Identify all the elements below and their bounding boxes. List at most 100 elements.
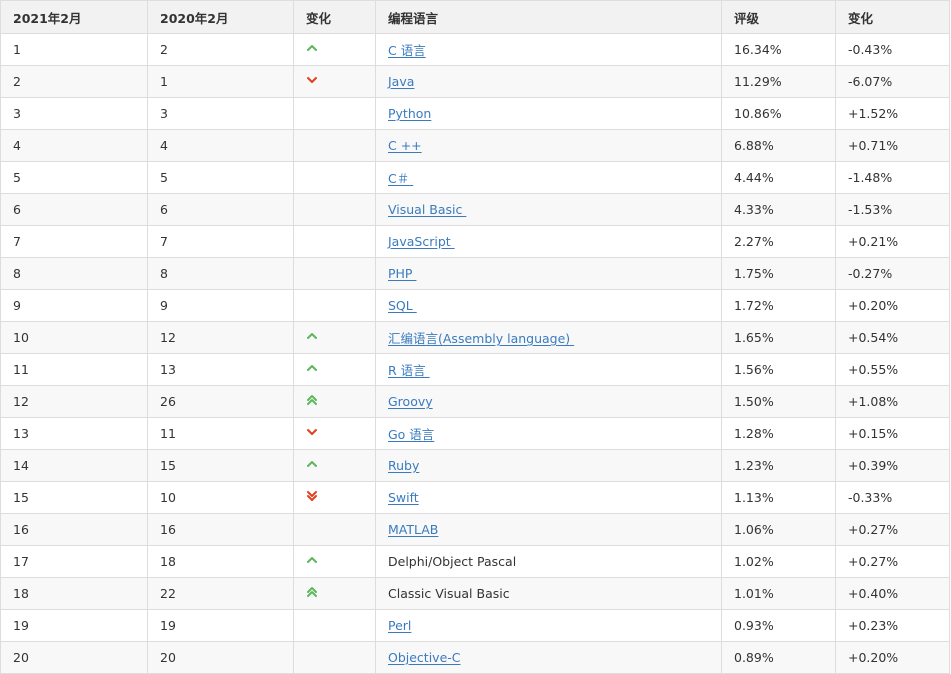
chevron-up-icon: [306, 42, 318, 54]
language-cell: SQL: [375, 289, 722, 322]
chevron-up-icon: [306, 362, 318, 374]
column-header-language[interactable]: 编程语言: [375, 0, 722, 34]
rating-cell: 4.44%: [721, 161, 836, 194]
table-body: 12 C 语言 16.34% -0.43% 2 1 Java 11.29% -6.07% 3 3 Py…: [0, 33, 950, 674]
language-cell: Java: [375, 65, 722, 98]
rank-2021-cell: 12: [0, 385, 148, 418]
language-cell: Objective-C: [375, 641, 722, 674]
rating-cell: 6.88%: [721, 129, 836, 162]
rank-2020-cell: 10: [147, 481, 294, 514]
trend-cell: [293, 321, 376, 354]
language-cell: 汇编语言(Assembly language): [375, 321, 722, 354]
column-header-rank-2020[interactable]: 2020年2月: [147, 0, 294, 34]
rating-cell: 16.34%: [721, 33, 836, 66]
table-row: 5 5 C＃ 4.44% -1.48%: [0, 161, 950, 194]
chevron-down-icon: [306, 74, 318, 86]
change-percent-cell: +0.21%: [835, 225, 950, 258]
rank-2020-cell: 12: [147, 321, 294, 354]
double-chevron-up-icon: [306, 586, 318, 598]
language-link[interactable]: SQL: [388, 298, 417, 313]
language-link[interactable]: Java: [388, 74, 414, 89]
change-percent-cell: +1.52%: [835, 97, 950, 130]
change-percent-cell: -1.53%: [835, 193, 950, 226]
language-link[interactable]: C ++: [388, 138, 422, 153]
language-cell: C ++: [375, 129, 722, 162]
chevron-down-icon: [306, 426, 318, 438]
rating-cell: 1.75%: [721, 257, 836, 290]
change-percent-cell: -0.33%: [835, 481, 950, 514]
language-link[interactable]: R 语言: [388, 363, 430, 378]
language-link[interactable]: PHP: [388, 266, 416, 281]
language-cell: Perl: [375, 609, 722, 642]
rank-2021-cell: 7: [0, 225, 148, 258]
rank-2021-cell: 18: [0, 577, 148, 610]
change-percent-cell: +0.27%: [835, 513, 950, 546]
rank-2020-cell: 6: [147, 193, 294, 226]
change-percent-cell: +0.20%: [835, 289, 950, 322]
table-row: 17 18 Delphi/Object Pascal 1.02% +0.27%: [0, 545, 950, 578]
column-header-change-arrow[interactable]: 变化: [293, 0, 376, 34]
language-link[interactable]: Visual Basic: [388, 202, 466, 217]
rating-cell: 1.06%: [721, 513, 836, 546]
table-row: 16 16 MATLAB 1.06% +0.27%: [0, 513, 950, 546]
column-header-rating[interactable]: 评级: [721, 0, 836, 34]
change-percent-cell: +0.54%: [835, 321, 950, 354]
language-cell: C＃: [375, 161, 722, 194]
rank-2020-cell: 22: [147, 577, 294, 610]
rank-2020-cell: 19: [147, 609, 294, 642]
change-percent-cell: +0.40%: [835, 577, 950, 610]
rating-cell: 1.01%: [721, 577, 836, 610]
rank-2021-cell: 8: [0, 257, 148, 290]
language-cell: R 语言: [375, 353, 722, 386]
rank-2021-cell: 13: [0, 417, 148, 450]
rating-cell: 2.27%: [721, 225, 836, 258]
rank-2021-cell: 3: [0, 97, 148, 130]
table-row: 8 8 PHP 1.75% -0.27%: [0, 257, 950, 290]
ranking-table: 2021年2月 2020年2月 变化 编程语言 评级 变化 12 C 语言 16.3…: [0, 0, 950, 674]
language-link[interactable]: C 语言: [388, 43, 426, 58]
table-row: 7 7 JavaScript 2.27% +0.21%: [0, 225, 950, 258]
table-row: 2 1 Java 11.29% -6.07%: [0, 65, 950, 98]
table-row: 12 C 语言 16.34% -0.43%: [0, 33, 950, 66]
language-link[interactable]: C＃: [388, 171, 413, 186]
language-link[interactable]: MATLAB: [388, 522, 438, 537]
rank-2021-cell: 16: [0, 513, 148, 546]
table-header: 2021年2月 2020年2月 变化 编程语言 评级 变化: [0, 0, 950, 34]
rating-cell: 1.65%: [721, 321, 836, 354]
language-cell: Python: [375, 97, 722, 130]
table-row: 19 19 Perl 0.93% +0.23%: [0, 609, 950, 642]
language-link[interactable]: Perl: [388, 618, 411, 633]
rating-cell: 1.23%: [721, 449, 836, 482]
column-header-change-percent[interactable]: 变化: [835, 0, 950, 34]
change-percent-cell: -0.43%: [835, 33, 950, 66]
language-link[interactable]: 汇编语言(Assembly language): [388, 331, 574, 346]
trend-cell: [293, 609, 376, 642]
trend-cell: [293, 289, 376, 322]
rank-2021-cell: 14: [0, 449, 148, 482]
rating-cell: 11.29%: [721, 65, 836, 98]
column-header-rank-2021[interactable]: 2021年2月: [0, 0, 148, 34]
change-percent-cell: +0.15%: [835, 417, 950, 450]
chevron-up-icon: [306, 330, 318, 342]
language-link[interactable]: Ruby: [388, 458, 419, 473]
rank-2020-cell: 16: [147, 513, 294, 546]
trend-cell: [293, 481, 376, 514]
chevron-up-icon: [306, 458, 318, 470]
table-row: 44 C ++ 6.88% +0.71%: [0, 129, 950, 162]
language-link[interactable]: Swift: [388, 490, 419, 505]
change-percent-cell: +0.71%: [835, 129, 950, 162]
rating-cell: 1.56%: [721, 353, 836, 386]
language-link[interactable]: Objective-C: [388, 650, 461, 665]
table-row: 12 26 Groovy 1.50% +1.08%: [0, 385, 950, 418]
language-link[interactable]: Groovy: [388, 394, 433, 409]
change-percent-cell: +0.27%: [835, 545, 950, 578]
language-link[interactable]: JavaScript: [388, 234, 455, 249]
rank-2021-cell: 15: [0, 481, 148, 514]
language-link[interactable]: Python: [388, 106, 431, 121]
language-link[interactable]: Go 语言: [388, 427, 434, 442]
rank-2021-cell: 4: [0, 129, 148, 162]
rating-cell: 0.93%: [721, 609, 836, 642]
table-row: 20 20 Objective-C 0.89% +0.20%: [0, 641, 950, 674]
header-row: 2021年2月 2020年2月 变化 编程语言 评级 变化: [0, 0, 950, 34]
trend-cell: [293, 257, 376, 290]
